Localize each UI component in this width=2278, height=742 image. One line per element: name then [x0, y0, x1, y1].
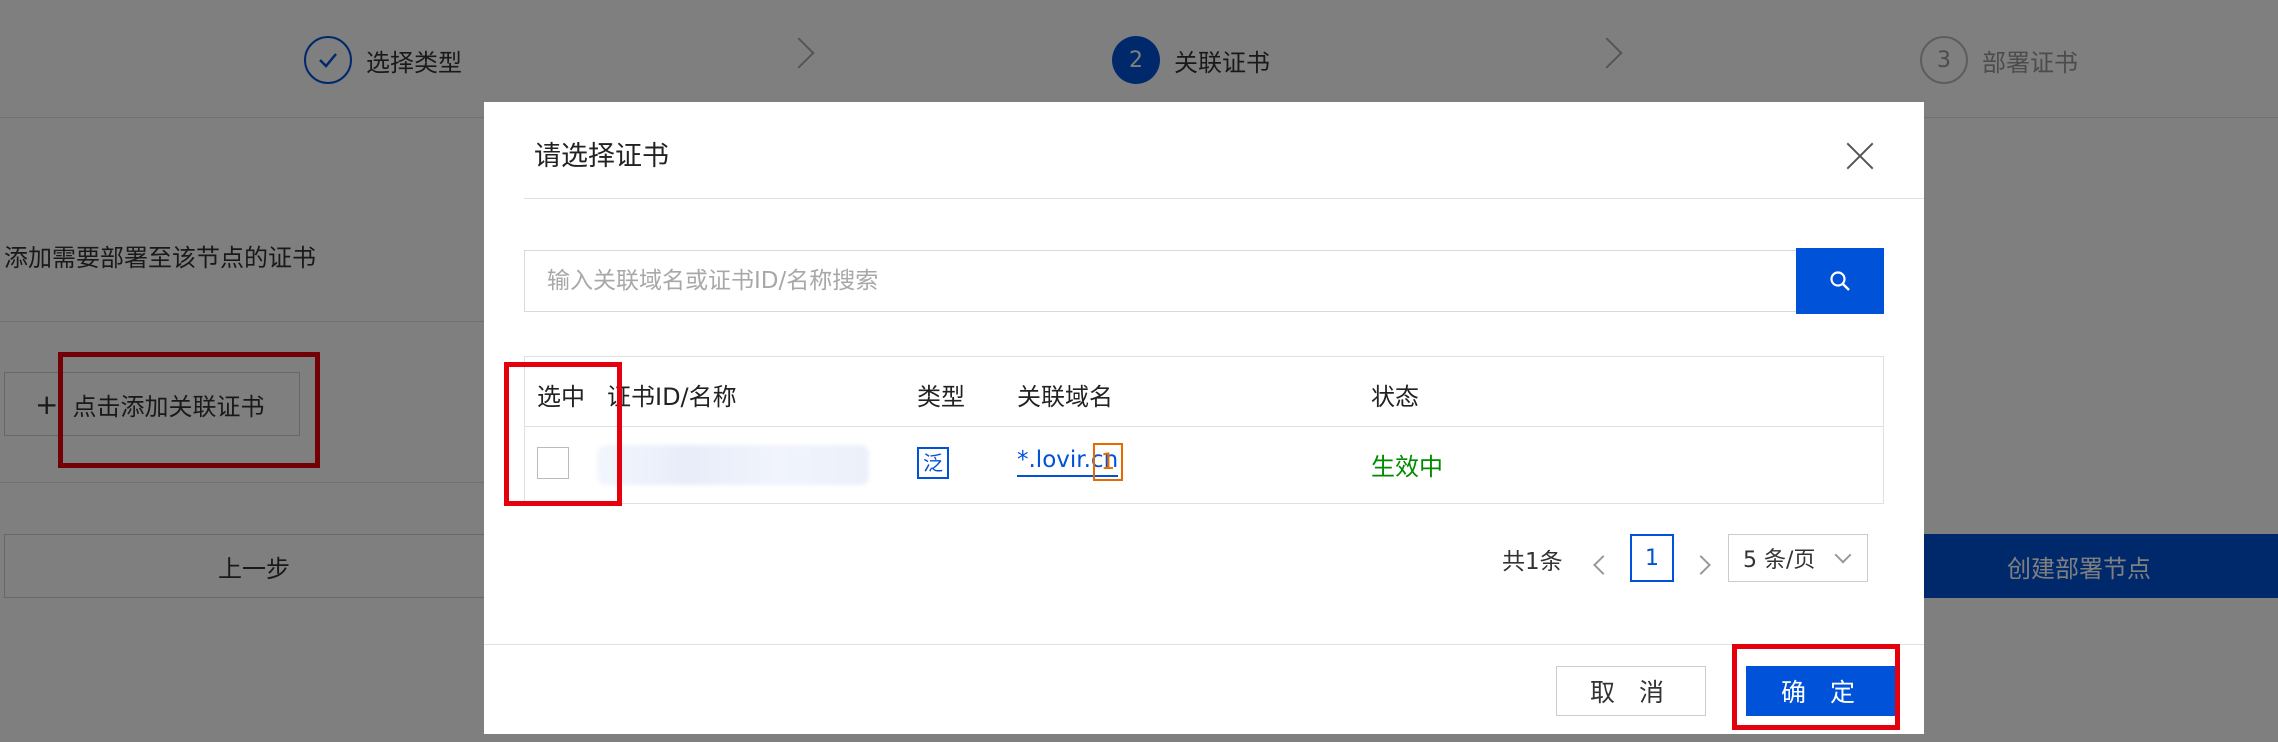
chevron-down-icon: [1834, 546, 1852, 564]
status-badge: 生效中: [1371, 453, 1443, 481]
search-input[interactable]: [524, 250, 1836, 312]
page-size-select[interactable]: 5 条/页: [1728, 534, 1868, 582]
highlight-box-select-column: [504, 362, 622, 506]
pagination-page[interactable]: 1: [1630, 534, 1674, 582]
table-row: 泛 *.lovir.cn 1 生效中: [525, 427, 1883, 503]
search-icon: [1830, 271, 1850, 291]
domain-count-badge: 1: [1093, 443, 1123, 481]
select-cert-dialog: 请选择证书 选中 证书ID/名称 类型 关联域名 状态 泛 *.lovir.cn…: [484, 102, 1924, 734]
divider: [524, 198, 1924, 199]
close-icon[interactable]: [1840, 136, 1880, 176]
search-button[interactable]: [1796, 248, 1884, 314]
page-size-value: 5 条/页: [1743, 548, 1816, 573]
column-header-id-name: 证书ID/名称: [607, 383, 737, 411]
highlight-box-confirm: [1732, 644, 1900, 730]
cert-id-name-redacted: [597, 445, 869, 485]
cancel-button[interactable]: 取 消: [1556, 666, 1706, 716]
wildcard-type-badge: 泛: [917, 447, 949, 479]
column-header-type: 类型: [917, 383, 965, 411]
table-header-row: 选中 证书ID/名称 类型 关联域名 状态: [525, 357, 1883, 427]
cert-table: 选中 证书ID/名称 类型 关联域名 状态 泛 *.lovir.cn 1 生效中: [524, 356, 1884, 504]
divider: [484, 644, 1924, 645]
column-header-status: 状态: [1371, 383, 1419, 411]
chevron-left-icon[interactable]: [1593, 555, 1613, 575]
column-header-domain: 关联域名: [1017, 383, 1113, 411]
pagination-total: 共1条: [1502, 549, 1563, 575]
dialog-title: 请选择证书: [534, 141, 669, 172]
chevron-right-icon[interactable]: [1691, 555, 1711, 575]
